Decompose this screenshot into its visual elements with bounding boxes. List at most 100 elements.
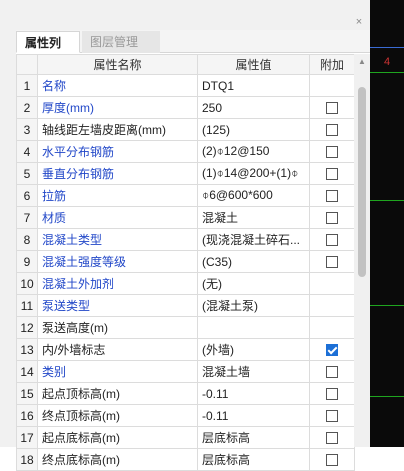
properties-panel: × 属性列表 图层管理 属性名称 属性值 附加 1名称DTQ12厚度(mm)25… [0,0,370,471]
column-header-add[interactable]: 附加 [309,54,355,75]
add-cell [309,184,355,207]
table-row[interactable]: 16 终点顶标高(m) -0.11 [16,404,355,427]
property-name: 终点顶标高(m) [37,404,198,427]
panel-left-strip [0,30,16,447]
canvas-line [370,396,404,397]
close-icon[interactable]: × [354,17,364,28]
add-checkbox[interactable] [326,168,338,181]
row-number: 9 [16,250,38,273]
property-table: 属性名称 属性值 附加 1 名称 DTQ1 2 厚度(mm) 250 3 轴线距左墙皮距离(m… [16,54,355,471]
property-name: 垂直分布钢筋 [37,162,198,185]
column-header-name[interactable]: 属性名称 [37,54,198,75]
add-checkbox[interactable] [326,146,338,159]
add-cell [309,426,355,449]
property-name: 水平分布钢筋 [37,140,198,163]
table-row[interactable]: 1 名称 DTQ1 [16,74,355,97]
add-cell [309,206,355,229]
table-row[interactable]: 12 泵送高度(m) [16,316,355,339]
scrollbar-thumb[interactable] [358,87,366,277]
row-number: 17 [16,426,38,449]
table-row[interactable]: 2 厚度(mm) 250 [16,96,355,119]
row-number: 15 [16,382,38,405]
property-name: 混凝土强度等级 [37,250,198,273]
table-row[interactable]: 17 起点底标高(m) 层底标高 [16,426,355,449]
property-value[interactable]: (1)⌽14@200+(1)⌽ [197,162,310,185]
tab-property-list[interactable]: 属性列表 [16,31,80,72]
property-name: 类别 [37,360,198,383]
table-row[interactable]: 10 混凝土外加剂 (无) [16,272,355,295]
add-checkbox[interactable] [326,454,338,467]
add-checkbox[interactable] [326,190,338,203]
property-value[interactable]: (混凝土泵) [197,294,310,317]
property-rows: 1 名称 DTQ1 2 厚度(mm) 250 3 轴线距左墙皮距离(mm) (125) 4 水平分布… [16,74,355,471]
canvas-marker: 4 [384,56,391,68]
add-cell [309,250,355,273]
table-row[interactable]: 4 水平分布钢筋 (2)⌽12@150 [16,140,355,163]
row-number: 10 [16,272,38,295]
property-value[interactable]: (125) [197,118,310,141]
row-number: 14 [16,360,38,383]
tab-layer-management[interactable]: 图层管理 [82,31,160,53]
property-value[interactable]: 层底标高 [197,448,310,471]
property-name: 终点底标高(m) [37,448,198,471]
drawing-canvas[interactable]: 4 [370,0,404,447]
add-checkbox[interactable] [326,212,338,225]
add-cell [309,140,355,163]
row-number: 12 [16,316,38,339]
add-cell [309,118,355,141]
scroll-up-icon[interactable]: ▲ [358,58,366,66]
property-name: 混凝土类型 [37,228,198,251]
add-checkbox[interactable] [326,410,338,423]
table-row[interactable]: 6 拉筋 ⌽6@600*600 [16,184,355,207]
table-row[interactable]: 11 泵送类型 (混凝土泵) [16,294,355,317]
property-value[interactable]: 混凝土 [197,206,310,229]
add-cell [309,74,355,97]
table-row[interactable]: 15 起点顶标高(m) -0.11 [16,382,355,405]
row-number-header [16,54,38,75]
add-checkbox[interactable] [326,366,338,379]
add-cell [309,162,355,185]
property-value[interactable] [197,316,310,339]
add-cell [309,316,355,339]
property-value[interactable]: (2)⌽12@150 [197,140,310,163]
table-row[interactable]: 14 类别 混凝土墙 [16,360,355,383]
table-row[interactable]: 8 混凝土类型 (现浇混凝土碎石... [16,228,355,251]
property-name: 起点顶标高(m) [37,382,198,405]
property-name: 泵送类型 [37,294,198,317]
row-number: 16 [16,404,38,427]
property-value[interactable]: -0.11 [197,404,310,427]
property-value[interactable]: -0.11 [197,382,310,405]
add-cell [309,338,355,361]
property-value[interactable]: ⌽6@600*600 [197,184,310,207]
property-name: 名称 [37,74,198,97]
add-checkbox[interactable] [326,234,338,247]
property-name: 泵送高度(m) [37,316,198,339]
property-value[interactable]: (C35) [197,250,310,273]
property-value[interactable]: (外墙) [197,338,310,361]
table-row[interactable]: 9 混凝土强度等级 (C35) [16,250,355,273]
property-name: 轴线距左墙皮距离(mm) [37,118,198,141]
table-row[interactable]: 18 终点底标高(m) 层底标高 [16,448,355,471]
add-checkbox[interactable] [326,388,338,401]
row-number: 2 [16,96,38,119]
add-checkbox[interactable] [326,344,338,357]
column-header-value[interactable]: 属性值 [197,54,310,75]
add-cell [309,96,355,119]
add-checkbox[interactable] [326,432,338,445]
row-number: 5 [16,162,38,185]
vertical-scrollbar[interactable]: ▲ [354,54,370,447]
table-row[interactable]: 3 轴线距左墙皮距离(mm) (125) [16,118,355,141]
table-row[interactable]: 7 材质 混凝土 [16,206,355,229]
tab-bar: 属性列表 图层管理 [16,30,370,72]
property-value[interactable]: 250 [197,96,310,119]
property-value[interactable]: DTQ1 [197,74,310,97]
property-value[interactable]: 层底标高 [197,426,310,449]
add-checkbox[interactable] [326,256,338,269]
add-checkbox[interactable] [326,102,338,115]
add-checkbox[interactable] [326,124,338,137]
table-row[interactable]: 5 垂直分布钢筋 (1)⌽14@200+(1)⌽ [16,162,355,185]
property-value[interactable]: 混凝土墙 [197,360,310,383]
table-row[interactable]: 13 内/外墙标志 (外墙) [16,338,355,361]
property-value[interactable]: (无) [197,272,310,295]
property-value[interactable]: (现浇混凝土碎石... [197,228,310,251]
